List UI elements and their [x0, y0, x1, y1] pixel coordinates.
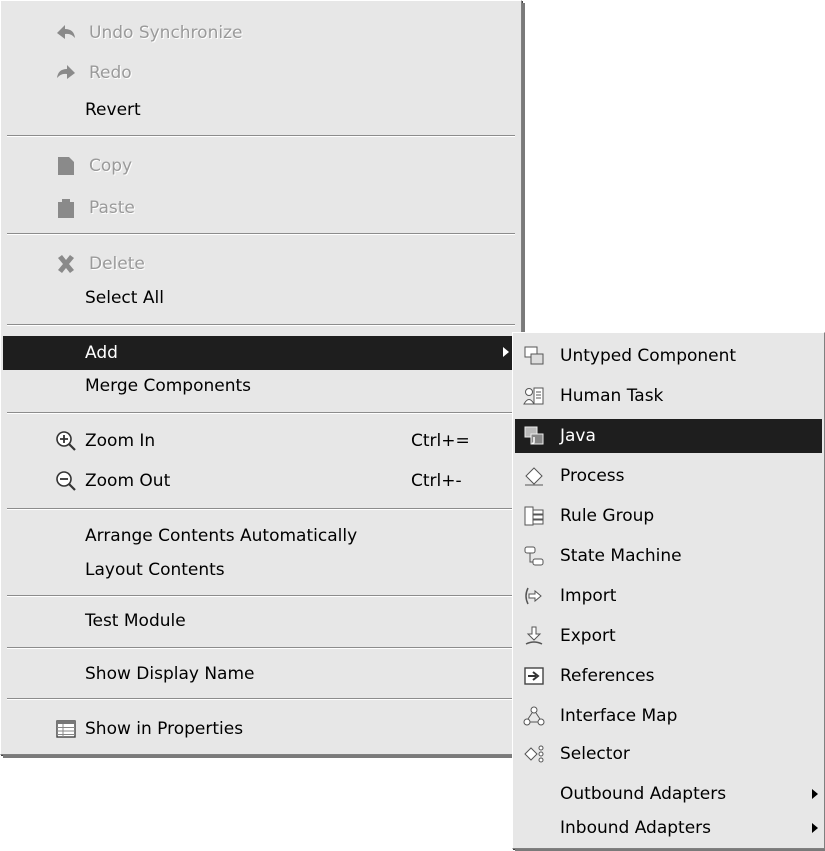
menu-item-label: Copy	[89, 156, 133, 176]
menu-item-shortcut: Ctrl+=	[411, 431, 470, 451]
menu-item-paste[interactable]: Paste	[3, 191, 519, 225]
menu-item-select-all[interactable]: Select All	[3, 281, 519, 315]
menu-item-label: Rule Group	[560, 506, 655, 526]
zoom-out-icon	[55, 470, 77, 492]
menu-item-label: Selector	[560, 744, 630, 764]
submenu-item-untyped-component[interactable]: Untyped Component	[515, 339, 822, 373]
submenu-item-references[interactable]: References	[515, 659, 822, 693]
menu-item-label: Paste	[89, 198, 135, 218]
menu-item-label: Zoom Out	[85, 471, 171, 491]
submenu-item-outbound-adapters[interactable]: Outbound Adapters	[515, 777, 822, 811]
menu-item-copy[interactable]: Copy	[3, 149, 519, 183]
menu-item-show-in-properties[interactable]: Show in Properties	[3, 712, 519, 746]
menu-separator	[7, 647, 515, 649]
menu-item-label: Select All	[85, 288, 164, 308]
process-icon	[523, 465, 545, 487]
menu-item-label: Undo Synchronize	[89, 23, 243, 43]
menu-item-layout-contents[interactable]: Layout Contents	[3, 553, 519, 587]
untyped-component-icon	[523, 345, 545, 367]
zoom-in-icon	[55, 430, 77, 452]
submenu-arrow-icon	[812, 823, 818, 833]
submenu-item-state-machine[interactable]: State Machine	[515, 539, 822, 573]
menu-item-test-module[interactable]: Test Module	[3, 604, 519, 638]
menu-separator	[7, 233, 515, 235]
menu-item-label: State Machine	[560, 546, 682, 566]
submenu-item-java[interactable]: Java	[515, 419, 822, 453]
menu-item-zoom-in[interactable]: Zoom In Ctrl+=	[3, 424, 519, 458]
paste-icon	[55, 197, 77, 219]
redo-icon	[55, 62, 77, 84]
menu-item-label: Export	[560, 626, 616, 646]
menu-separator	[7, 412, 515, 414]
menu-item-revert[interactable]: Revert	[3, 93, 519, 127]
submenu-item-import[interactable]: Import	[515, 579, 822, 613]
undo-icon	[55, 22, 77, 44]
menu-separator	[7, 698, 515, 700]
state-machine-icon	[523, 545, 545, 567]
submenu-item-export[interactable]: Export	[515, 619, 822, 653]
submenu-item-human-task[interactable]: Human Task	[515, 379, 822, 413]
submenu-item-process[interactable]: Process	[515, 459, 822, 493]
menu-item-label: Test Module	[85, 611, 186, 631]
menu-item-label: References	[560, 666, 655, 686]
menu-item-add[interactable]: Add	[3, 336, 519, 370]
menu-item-label: Revert	[85, 100, 141, 120]
menu-item-label: Process	[560, 466, 625, 486]
submenu-arrow-icon	[503, 347, 509, 357]
add-submenu: Untyped Component Human Task Java Proces…	[512, 332, 825, 849]
menu-item-merge-components[interactable]: Merge Components	[3, 369, 519, 403]
delete-icon	[55, 253, 77, 275]
submenu-item-rule-group[interactable]: Rule Group	[515, 499, 822, 533]
properties-table-icon	[55, 718, 77, 740]
menu-item-label: Java	[560, 426, 596, 446]
menu-item-label: Zoom In	[85, 431, 156, 451]
menu-item-label: Show Display Name	[85, 664, 255, 684]
human-task-icon	[523, 385, 545, 407]
menu-item-arrange-contents[interactable]: Arrange Contents Automatically	[3, 519, 519, 553]
menu-item-label: Layout Contents	[85, 560, 225, 580]
submenu-item-selector[interactable]: Selector	[515, 737, 822, 771]
menu-item-show-display-name[interactable]: Show Display Name	[3, 657, 519, 691]
menu-separator	[7, 135, 515, 137]
menu-item-label: Delete	[89, 254, 145, 274]
menu-item-label: Untyped Component	[560, 346, 737, 366]
menu-item-label: Human Task	[560, 386, 664, 406]
menu-item-label: Interface Map	[560, 706, 678, 726]
menu-separator	[7, 508, 515, 510]
references-icon	[523, 665, 545, 687]
context-menu: Undo Synchronize Redo Revert Copy Paste …	[0, 0, 522, 755]
menu-item-label: Merge Components	[85, 376, 252, 396]
copy-icon	[55, 155, 77, 177]
menu-item-undo-synchronize[interactable]: Undo Synchronize	[3, 16, 519, 50]
selector-icon	[523, 743, 545, 765]
menu-item-label: Add	[85, 343, 118, 363]
export-icon	[523, 625, 545, 647]
menu-item-shortcut: Ctrl+-	[411, 471, 462, 491]
java-component-icon	[523, 425, 545, 447]
rule-group-icon	[523, 505, 545, 527]
import-icon	[523, 585, 545, 607]
menu-item-label: Outbound Adapters	[560, 784, 727, 804]
menu-item-label: Redo	[89, 63, 132, 83]
submenu-item-inbound-adapters[interactable]: Inbound Adapters	[515, 811, 822, 845]
menu-item-zoom-out[interactable]: Zoom Out Ctrl+-	[3, 464, 519, 498]
interface-map-icon	[523, 705, 545, 727]
menu-item-label: Import	[560, 586, 617, 606]
menu-item-label: Inbound Adapters	[560, 818, 712, 838]
menu-separator	[7, 595, 515, 597]
menu-item-label: Arrange Contents Automatically	[85, 526, 358, 546]
menu-item-redo[interactable]: Redo	[3, 56, 519, 90]
menu-separator	[7, 324, 515, 326]
submenu-item-interface-map[interactable]: Interface Map	[515, 699, 822, 733]
menu-item-delete[interactable]: Delete	[3, 247, 519, 281]
submenu-arrow-icon	[812, 789, 818, 799]
menu-item-label: Show in Properties	[85, 719, 244, 739]
